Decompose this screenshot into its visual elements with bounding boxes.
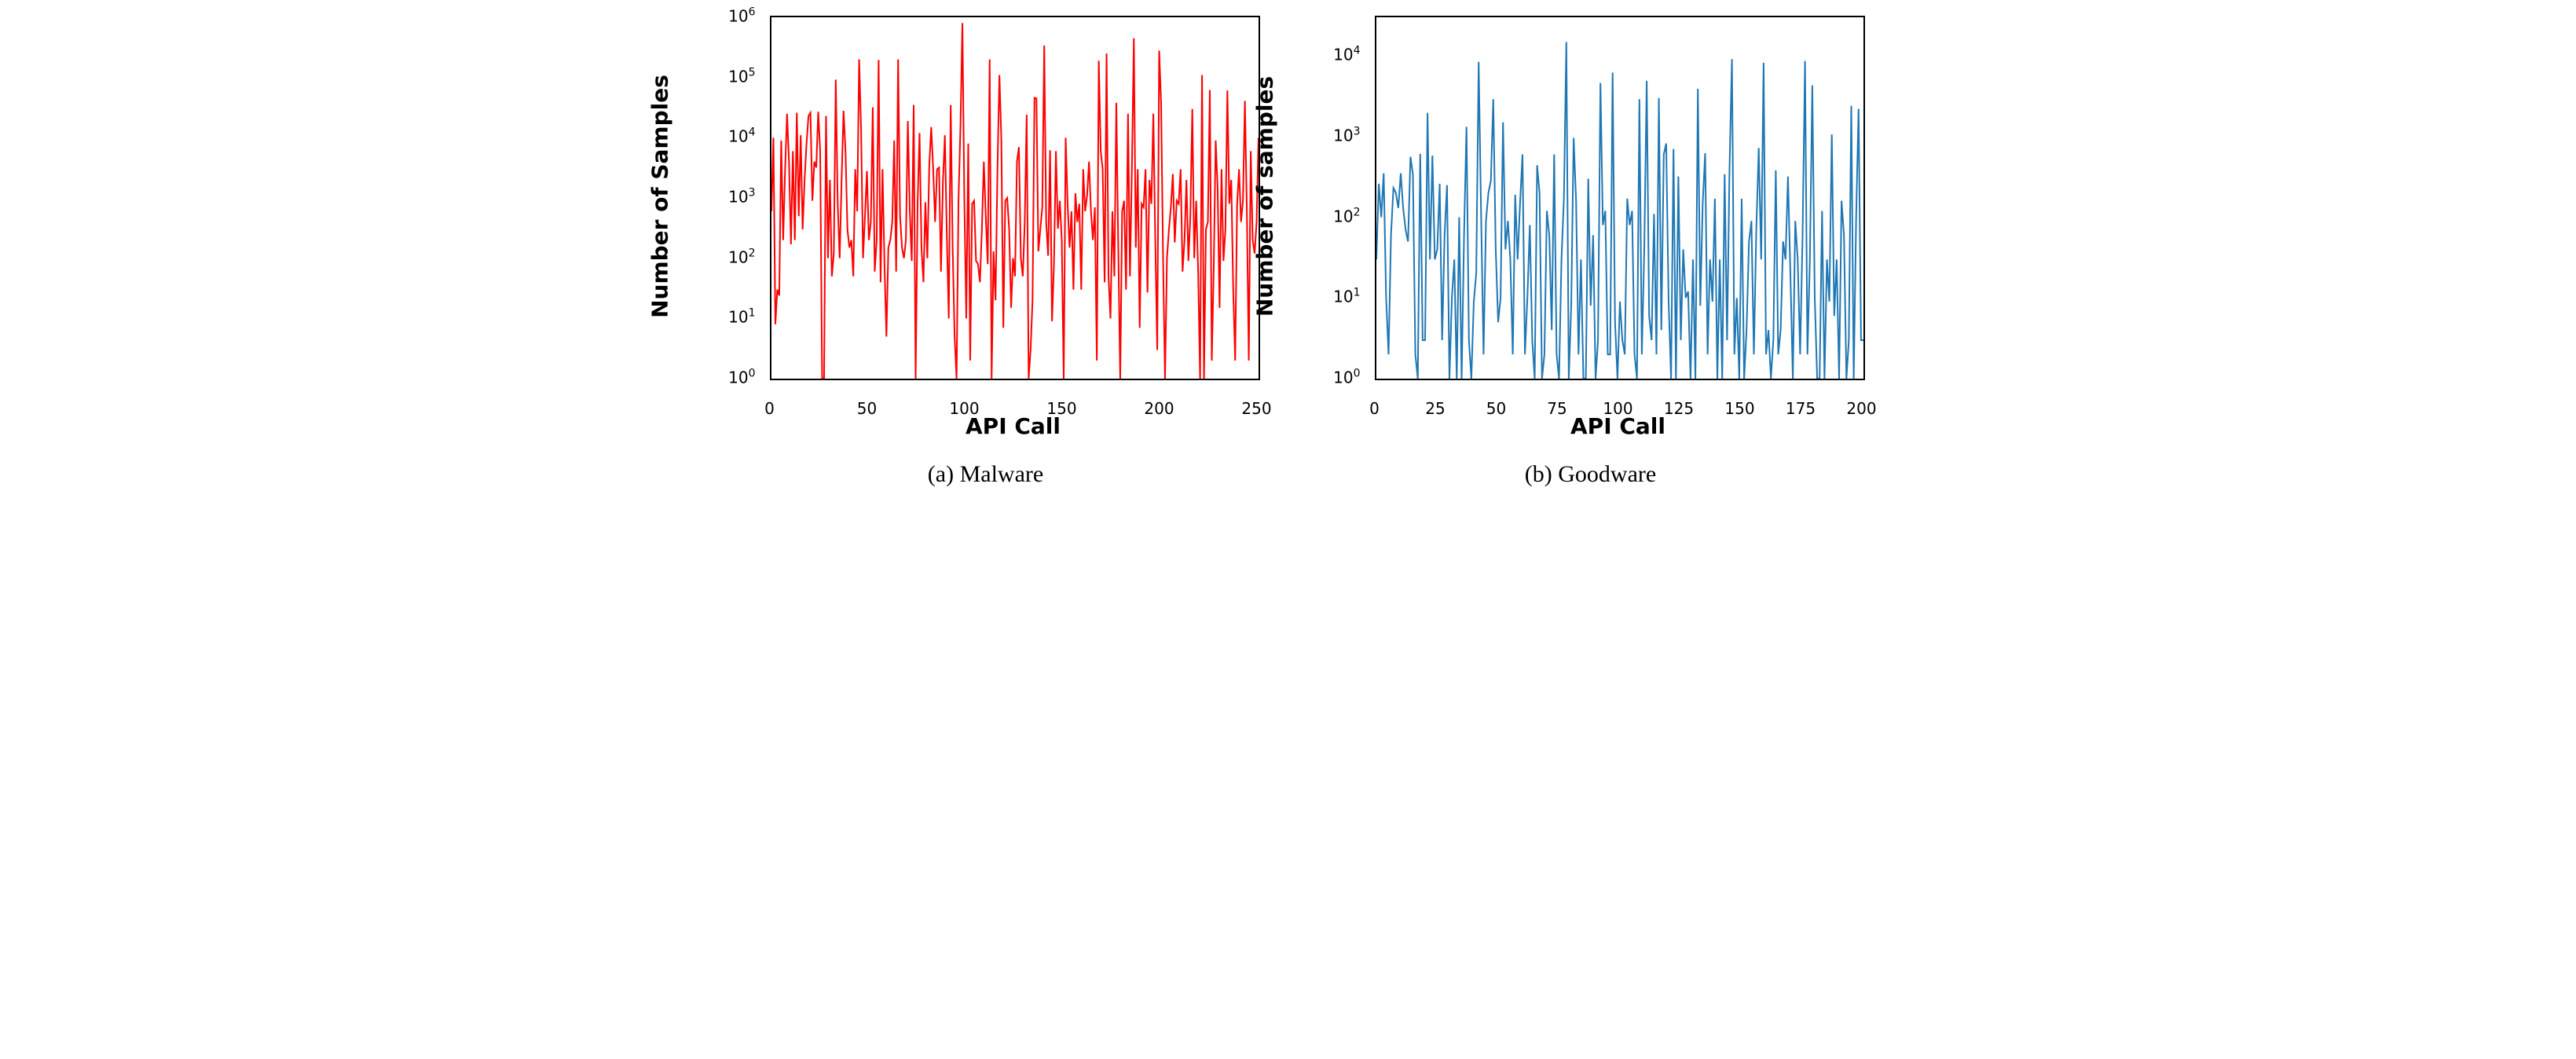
x-tick-label: 150 [1046, 399, 1076, 418]
x-tick-label: 100 [949, 399, 979, 418]
plot-frame [1375, 16, 1865, 380]
plot-box: Number of Samples10010110210310410510605… [715, 16, 1257, 377]
y-tick-label: 102 [1333, 206, 1360, 225]
y-tick-label: 101 [728, 307, 755, 327]
plot-svg [1376, 17, 1863, 379]
subfigure-a: Number of Samples10010110210310410510605… [715, 16, 1257, 488]
y-tick-label: 102 [728, 247, 755, 266]
caption-text: Malware [960, 461, 1044, 487]
y-tick-label: 104 [1333, 45, 1360, 64]
x-tick-label: 25 [1425, 399, 1445, 418]
x-tick-label: 0 [1369, 399, 1380, 418]
caption-text: Goodware [1558, 461, 1656, 487]
x-tick-label: 150 [1724, 399, 1754, 418]
y-tick-label: 103 [728, 187, 755, 207]
subfigure-caption: (a) Malware [928, 461, 1043, 488]
y-axis-label: Number of samples [1251, 76, 1277, 317]
x-tick-label: 250 [1241, 399, 1271, 418]
y-tick-label: 105 [728, 66, 755, 86]
x-tick-label: 100 [1603, 399, 1632, 418]
data-line [1376, 42, 1863, 379]
data-line [771, 23, 1259, 379]
y-tick-label: 104 [728, 126, 755, 146]
plot-svg [771, 17, 1259, 379]
x-tick-label: 50 [857, 399, 877, 418]
caption-tag: (b) [1525, 461, 1552, 487]
y-tick-label: 100 [1333, 368, 1360, 387]
y-axis-label: Number of Samples [647, 75, 672, 318]
plot-box: Number of samples10010110210310402550751… [1320, 16, 1862, 377]
x-tick-label: 75 [1547, 399, 1566, 418]
y-tick-label: 100 [728, 368, 755, 387]
x-tick-label: 50 [1486, 399, 1506, 418]
x-tick-label: 200 [1144, 399, 1174, 418]
x-tick-label: 125 [1664, 399, 1694, 418]
plot-frame [770, 16, 1260, 380]
y-tick-label: 103 [1333, 125, 1360, 145]
x-axis-label: API Call [770, 413, 1257, 439]
caption-tag: (a) [928, 461, 954, 487]
x-tick-label: 0 [764, 399, 775, 418]
x-tick-label: 175 [1786, 399, 1816, 418]
y-tick-label: 106 [728, 6, 755, 26]
subfigure-caption: (b) Goodware [1525, 461, 1656, 488]
subfigure-b: Number of samples10010110210310402550751… [1320, 16, 1862, 488]
figure-row: Number of Samples10010110210310410510605… [16, 16, 2560, 488]
x-tick-label: 200 [1846, 399, 1876, 418]
y-tick-label: 101 [1333, 287, 1360, 306]
